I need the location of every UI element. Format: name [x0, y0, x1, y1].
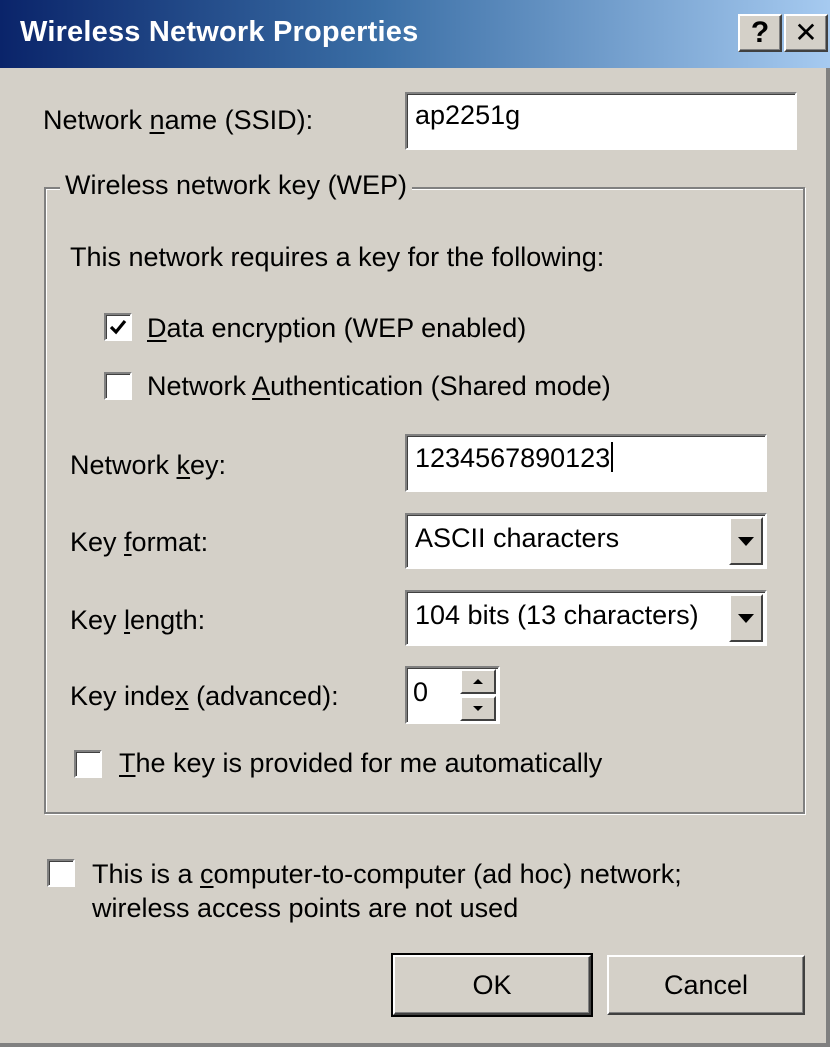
- key-length-value: 104 bits (13 characters): [415, 600, 699, 630]
- ssid-input[interactable]: ap2251g: [405, 92, 797, 150]
- network-key-input[interactable]: 1234567890123: [405, 434, 767, 492]
- key-index-spinner[interactable]: 0: [405, 666, 500, 724]
- close-icon: ✕: [794, 17, 818, 48]
- close-button[interactable]: ✕: [784, 14, 828, 52]
- key-length-label: Key length:: [70, 605, 206, 635]
- key-index-increment-button[interactable]: [460, 669, 496, 694]
- cancel-button[interactable]: Cancel: [607, 955, 805, 1015]
- ssid-label: Network name (SSID):: [43, 105, 314, 135]
- help-icon: ?: [750, 16, 770, 49]
- data-encryption-label[interactable]: Data encryption (WEP enabled): [147, 313, 526, 344]
- help-button[interactable]: ?: [738, 14, 782, 52]
- text-caret: [611, 442, 614, 472]
- wep-intro-text: This network requires a key for the foll…: [70, 242, 605, 272]
- key-format-select[interactable]: ASCII characters: [405, 513, 767, 569]
- window-title: Wireless Network Properties: [20, 16, 419, 48]
- key-format-value: ASCII characters: [415, 523, 620, 553]
- window-right-border: [826, 68, 830, 1047]
- adhoc-label[interactable]: This is a computer-to-computer (ad hoc) …: [92, 857, 682, 925]
- data-encryption-checkbox[interactable]: [104, 313, 132, 341]
- title-bar: Wireless Network Properties ? ✕: [0, 0, 830, 68]
- key-format-label: Key format:: [70, 527, 209, 557]
- key-index-label: Key index (advanced):: [70, 681, 339, 711]
- chevron-down-icon: [738, 613, 754, 623]
- key-length-dropdown-button[interactable]: [729, 594, 763, 642]
- window-bottom-border: [0, 1043, 830, 1047]
- arrow-down-icon: [473, 706, 483, 711]
- network-auth-label[interactable]: Network Authentication (Shared mode): [147, 371, 611, 402]
- adhoc-checkbox[interactable]: [47, 859, 75, 887]
- wep-group-legend: Wireless network key (WEP): [60, 170, 413, 201]
- auto-key-checkbox[interactable]: [74, 750, 102, 778]
- key-length-select[interactable]: 104 bits (13 characters): [405, 590, 767, 646]
- key-index-value[interactable]: 0: [413, 677, 428, 708]
- key-format-dropdown-button[interactable]: [729, 517, 763, 565]
- network-auth-checkbox[interactable]: [104, 372, 132, 400]
- arrow-up-icon: [473, 679, 483, 684]
- key-index-decrement-button[interactable]: [460, 696, 496, 721]
- chevron-down-icon: [738, 536, 754, 546]
- auto-key-label[interactable]: The key is provided for me automatically: [119, 748, 602, 779]
- network-key-label: Network key:: [70, 450, 227, 480]
- ok-button[interactable]: OK: [391, 953, 593, 1017]
- checkmark-icon: [109, 319, 127, 335]
